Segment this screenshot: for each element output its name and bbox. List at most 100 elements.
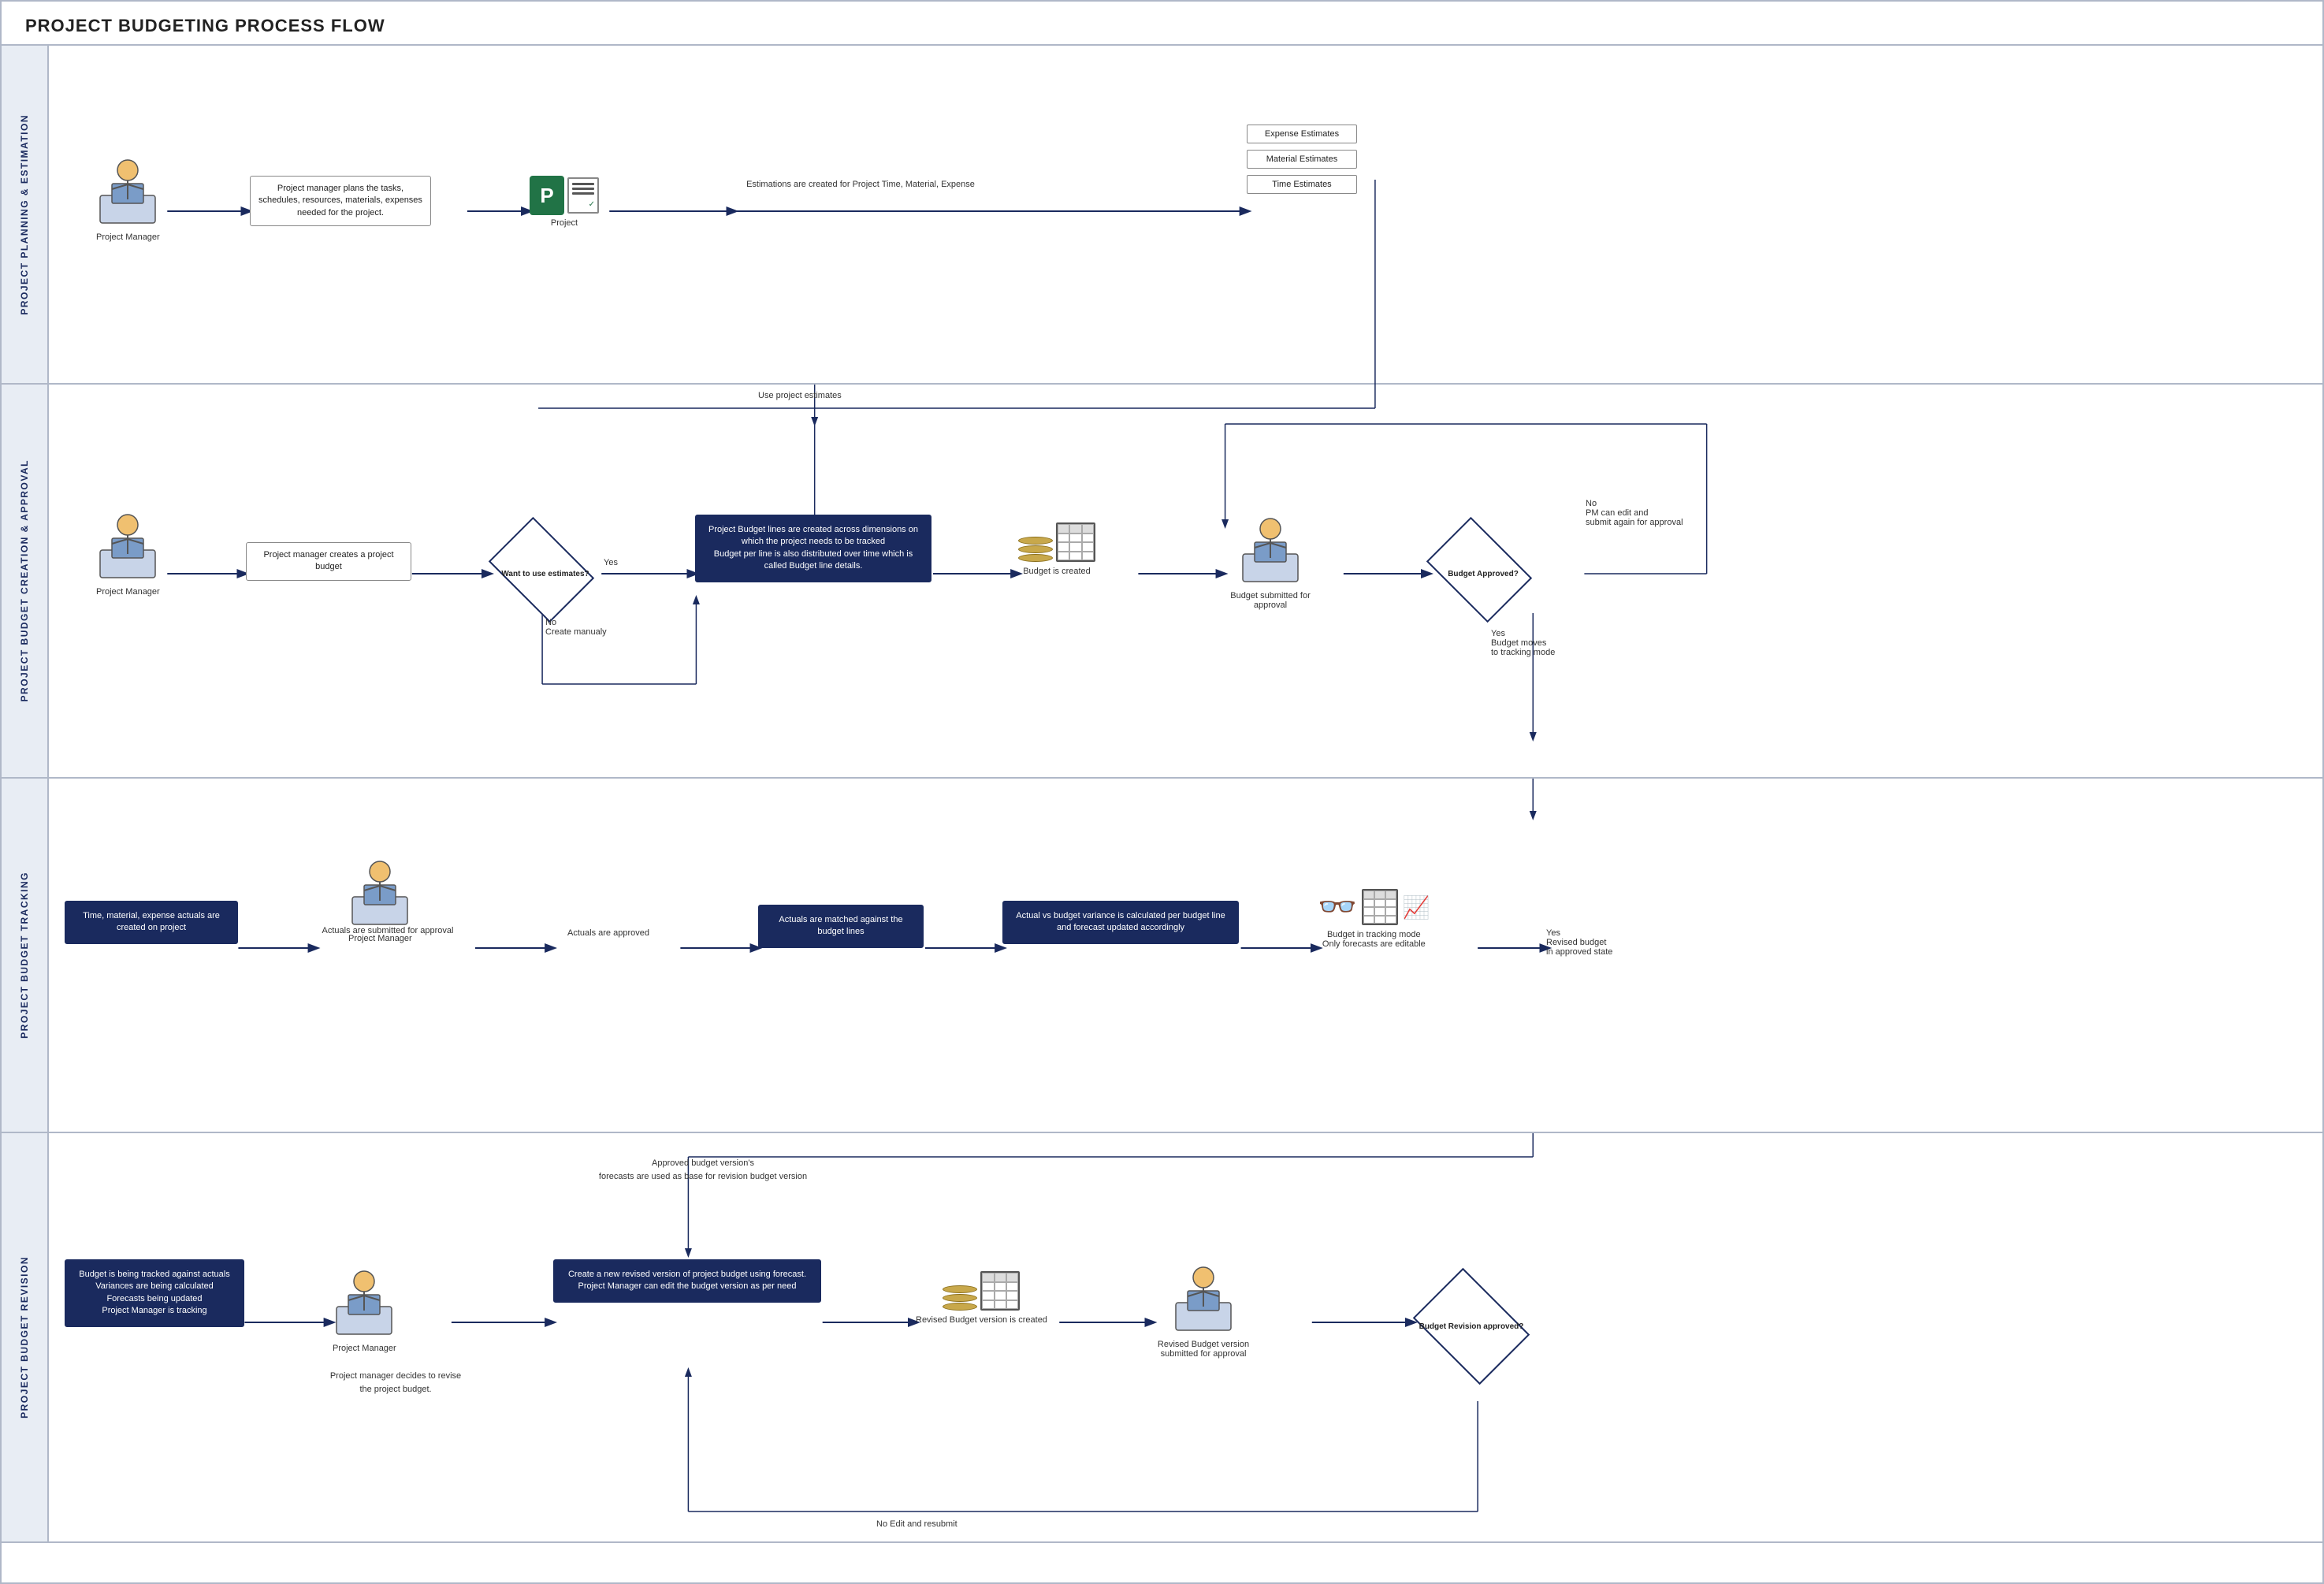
revised-table-icon: [980, 1271, 1020, 1311]
p-icon: P: [530, 176, 564, 215]
tracking-label: Budget in tracking mode Only forecasts a…: [1318, 930, 1430, 949]
lane2-budget-created: Budget is created: [1018, 522, 1095, 576]
lane-budget-revision: PROJECT BUDGET REVISION: [2, 1133, 2322, 1543]
lane2-person-svg: [96, 503, 159, 582]
lane2-person-label: Project Manager: [96, 587, 160, 597]
tbt-r3c3: [1385, 916, 1396, 924]
lane1-label-col: PROJECT PLANNING & ESTIMATION: [2, 46, 49, 383]
cl2: [572, 188, 594, 190]
rb-r2c2: [995, 1291, 1006, 1300]
rb-r1c1: [982, 1282, 994, 1292]
rb-h2: [995, 1273, 1006, 1282]
lane3-person-label: Project Manager: [348, 934, 412, 943]
lane1-project-label: Project: [530, 218, 599, 228]
lane4-diamond: Budget Revision approved?: [1412, 1279, 1530, 1374]
rb-h3: [1006, 1273, 1018, 1282]
revised-created-icon: [916, 1271, 1047, 1311]
lane3-matched-text: Actuals are matched against the budget l…: [779, 915, 902, 936]
page-title: PROJECT BUDGETING PROCESS FLOW: [2, 2, 2322, 44]
submitted-person-svg: [1239, 507, 1302, 586]
coin3: [1018, 554, 1053, 562]
lane3-matched-box: Actuals are matched against the budget l…: [758, 905, 924, 948]
tbt-r2c3: [1385, 907, 1396, 916]
lane4-diamond-wrap: Budget Revision approved?: [1412, 1279, 1530, 1374]
lane3-yes-label: Yes Revised budget in approved state: [1546, 928, 1612, 957]
no-edit-text: No Edit and resubmit: [876, 1519, 957, 1529]
lane3-person: Project Manager: [348, 850, 412, 943]
lane3-yes-text: Yes Revised budget in approved state: [1546, 928, 1612, 957]
lane4-revised-created: Revised Budget version is created: [916, 1271, 1047, 1325]
lane4-decides: Project manager decides to revise the pr…: [325, 1370, 467, 1396]
bt-h3: [1082, 524, 1094, 534]
coin-a: [943, 1285, 977, 1293]
rb-r2c1: [982, 1291, 994, 1300]
tbt-h1: [1363, 891, 1374, 899]
lane3-step1-text: Time, material, expense actuals are crea…: [83, 911, 220, 932]
bt-r1c1: [1058, 534, 1069, 543]
lane2-no2-label: No PM can edit and submit again for appr…: [1586, 499, 1683, 527]
lane3-variance-text: Actual vs budget variance is calculated …: [1016, 911, 1225, 932]
tbt-r1c1: [1363, 899, 1374, 908]
tbt-r3c1: [1363, 916, 1374, 924]
project-icon-inner: P ✓: [530, 176, 599, 215]
lane3-variance-box: Actual vs budget variance is calculated …: [1002, 901, 1239, 944]
lane1-project-icon: P ✓ Project: [530, 176, 599, 228]
lane4-diamond-text: Budget Revision approved?: [1419, 1322, 1524, 1332]
rb-r1c3: [1006, 1282, 1018, 1292]
glasses-icon: 👓: [1318, 891, 1357, 923]
decides-text: Project manager decides to revise the pr…: [325, 1370, 467, 1396]
time-estimates: Time Estimates: [1247, 175, 1357, 194]
tbt-h2: [1374, 891, 1385, 899]
lane1-person: Project Manager: [96, 148, 160, 242]
rb-h1: [982, 1273, 994, 1282]
lane4-revised-submitted: Revised Budget version submitted for app…: [1152, 1255, 1255, 1359]
tracking-table-icon: [1362, 889, 1398, 925]
check-mark: ✓: [589, 200, 595, 209]
tbt-r1c2: [1374, 899, 1385, 908]
approved-note-text: Approved budget version's forecasts are …: [553, 1157, 853, 1183]
no2-text: No PM can edit and submit again for appr…: [1586, 499, 1683, 527]
lane2-step1-box: Project manager creates a project budget: [246, 542, 411, 581]
bt-r2c2: [1069, 542, 1081, 552]
bt-r1c3: [1082, 534, 1094, 543]
expense-estimates: Expense Estimates: [1247, 125, 1357, 143]
lane4-step1-text: Budget is being tracked against actuals …: [79, 1270, 229, 1315]
lane3-person-svg: [348, 850, 411, 928]
coin-c: [943, 1303, 977, 1311]
lane2-content: Project Manager Project manager creates …: [49, 385, 2322, 779]
yes2-text: Yes Budget moves to tracking mode: [1491, 629, 1555, 657]
lane4-person-label: Project Manager: [333, 1344, 396, 1353]
lane2-person: Project Manager: [96, 503, 160, 597]
lane1-step1-box: Project manager plans the tasks, schedul…: [250, 176, 431, 226]
bt-r2c1: [1058, 542, 1069, 552]
bt-r3c2: [1069, 552, 1081, 561]
submitted-label: Budget submitted for approval: [1223, 591, 1318, 610]
rev-submitted-svg: [1172, 1255, 1235, 1334]
lane-planning: PROJECT PLANNING & ESTIMATION: [2, 46, 2322, 385]
tbt-r1c3: [1385, 899, 1396, 908]
lane2-step1-text: Project manager creates a project budget: [263, 550, 393, 571]
no1-text: No Create manualy: [545, 618, 607, 637]
lane3-content: Time, material, expense actuals are crea…: [49, 779, 2322, 1133]
tracking-icon-group: 👓: [1318, 889, 1430, 925]
material-estimates: Material Estimates: [1247, 150, 1357, 169]
rb-r3c2: [995, 1300, 1006, 1310]
budget-box-text: Project Budget lines are created across …: [708, 525, 918, 571]
bt-r2c3: [1082, 542, 1094, 552]
diamond1-text: Want to use estimates?: [501, 569, 589, 579]
lane2-diamond2: Budget Approved?: [1428, 530, 1538, 617]
rb-r2c3: [1006, 1291, 1018, 1300]
lane1-person-label: Project Manager: [96, 232, 160, 242]
revised-created-label: Revised Budget version is created: [916, 1315, 1047, 1325]
lane2-yes1-label: Yes: [604, 558, 618, 567]
lane3-step1-box: Time, material, expense actuals are crea…: [65, 901, 238, 944]
lane1-step1-text: Project manager plans the tasks, schedul…: [258, 184, 422, 218]
swim-lanes: PROJECT PLANNING & ESTIMATION: [2, 44, 2322, 1543]
bt-r1c2: [1069, 534, 1081, 543]
lane1-estimates: Expense Estimates Material Estimates Tim…: [1247, 125, 1357, 194]
lane4-label-col: PROJECT BUDGET REVISION: [2, 1133, 49, 1541]
lane3-tracking-icon: 👓: [1318, 889, 1430, 949]
coin-stack: [1018, 537, 1053, 562]
tbt-r2c2: [1374, 907, 1385, 916]
rev-submitted-label: Revised Budget version submitted for app…: [1152, 1340, 1255, 1359]
